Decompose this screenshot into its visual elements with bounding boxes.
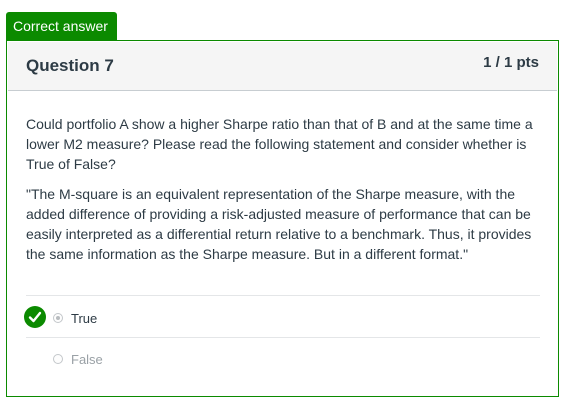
question-text: Could portfolio A show a higher Sharpe r… [26,114,546,274]
answers-middle-divider [26,337,540,338]
question-statement: "The M-square is an equivalent represent… [26,186,532,262]
answers-top-divider [26,295,540,296]
answer-false-radio[interactable] [53,354,63,364]
question-points: 1 / 1 pts [483,54,539,71]
answer-true-radio[interactable] [53,313,63,323]
correct-answer-badge: Correct answer [6,12,117,41]
answer-false-label[interactable]: False [71,352,103,367]
question-title: Question 7 [26,56,114,75]
question-card: Question 7 1 / 1 pts Could portfolio A s… [6,40,559,397]
answer-true-label[interactable]: True [71,311,97,326]
correct-checkmark-icon [24,306,46,328]
question-header: Question 7 1 / 1 pts [8,42,557,91]
question-paragraph: Could portfolio A show a higher Sharpe r… [26,116,533,172]
